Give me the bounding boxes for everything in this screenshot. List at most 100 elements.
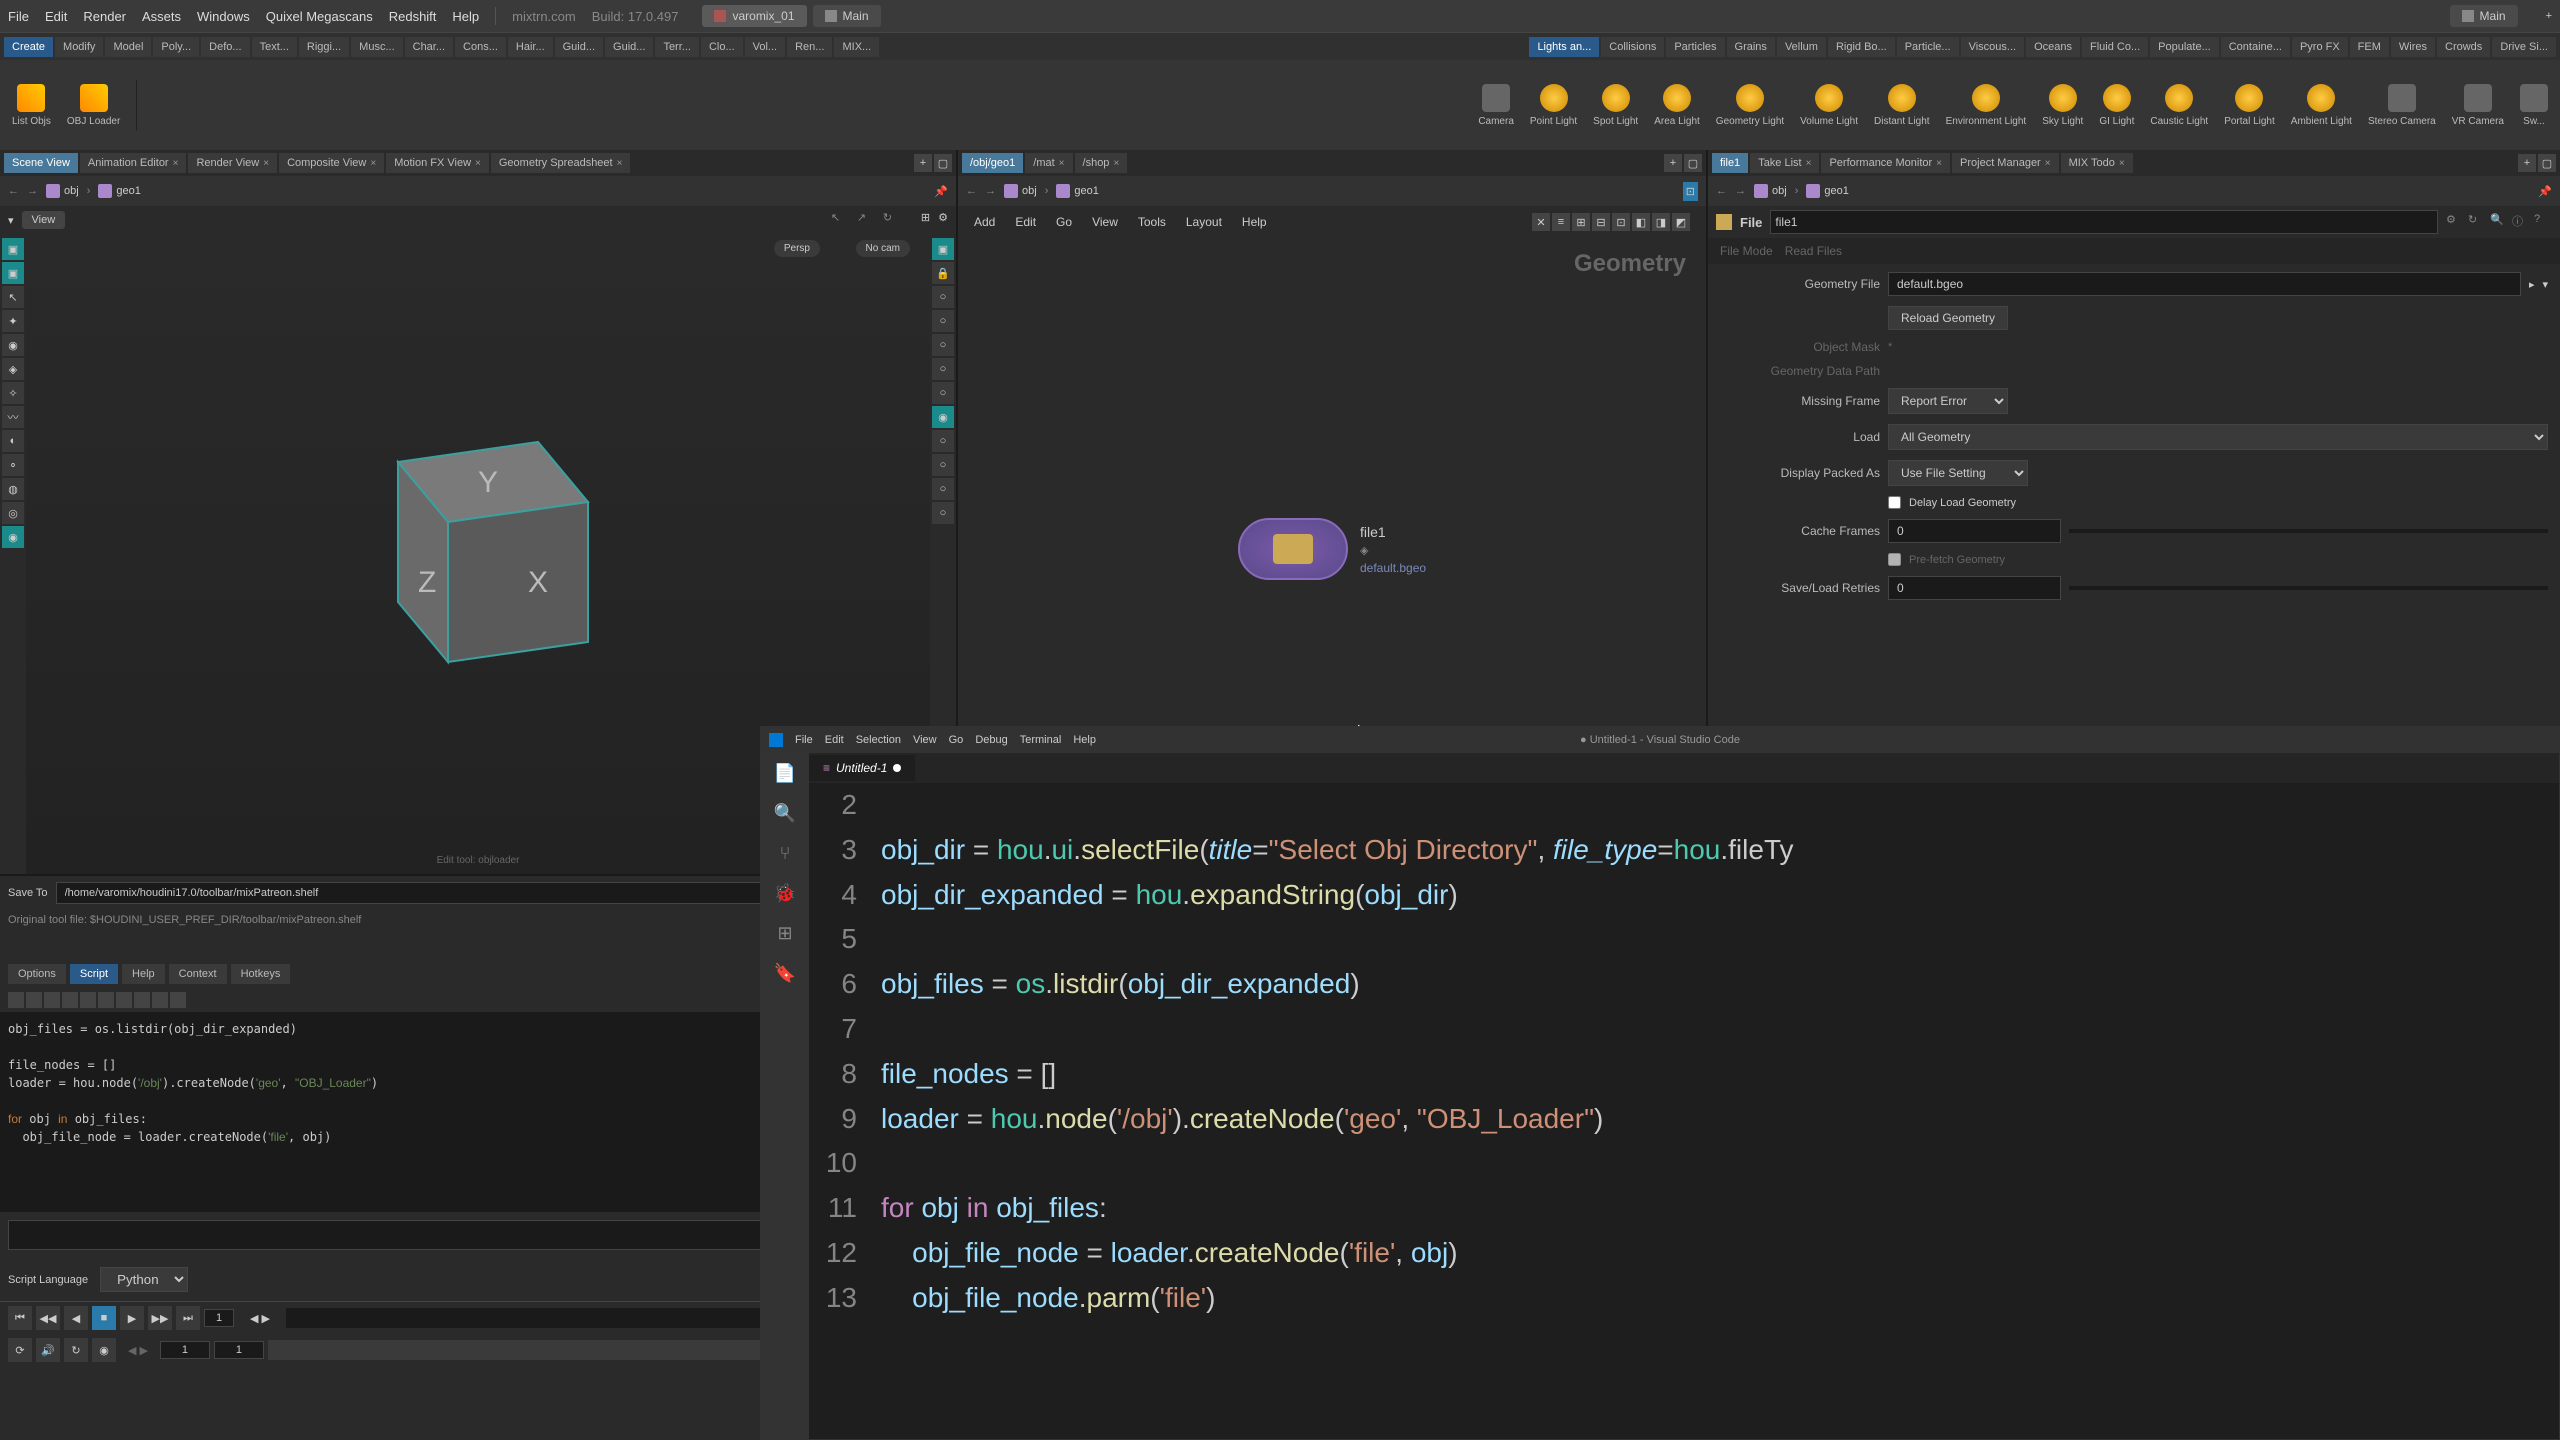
- shelf-tab[interactable]: Clo...: [701, 37, 743, 57]
- parm-tab-readfiles[interactable]: Read Files: [1785, 244, 1842, 258]
- shelf-tab[interactable]: Vol...: [745, 37, 785, 57]
- menu-assets[interactable]: Assets: [142, 9, 181, 24]
- shelf-tab[interactable]: Vellum: [1777, 37, 1826, 57]
- prev-kf-icon[interactable]: ◀◀: [36, 1306, 60, 1330]
- close-icon[interactable]: ×: [1806, 158, 1812, 169]
- back-icon[interactable]: ←: [1716, 185, 1727, 197]
- vsc-menu-file[interactable]: File: [795, 734, 813, 746]
- shelf-tab[interactable]: Terr...: [655, 37, 699, 57]
- tool-portal-light[interactable]: Portal Light: [2220, 80, 2279, 131]
- tool-icon[interactable]: ◍: [2, 478, 24, 500]
- pick-icon[interactable]: ↗: [857, 211, 875, 229]
- menu-add[interactable]: Add: [974, 215, 995, 229]
- arrow-tool[interactable]: ↖: [2, 286, 24, 308]
- shelf-tab[interactable]: MIX...: [834, 37, 879, 57]
- desktop-tab-main[interactable]: Main: [813, 5, 881, 27]
- maximize-icon[interactable]: ▢: [2538, 154, 2556, 172]
- tool-icon[interactable]: ◉: [2, 334, 24, 356]
- tool-icon[interactable]: [152, 992, 168, 1008]
- refresh-icon[interactable]: ↻: [883, 211, 901, 229]
- display-tool[interactable]: ○: [932, 478, 954, 500]
- tool-caustic-light[interactable]: Caustic Light: [2146, 80, 2212, 131]
- vscode-tab-untitled[interactable]: ≡ Untitled-1: [809, 755, 915, 781]
- extensions-icon[interactable]: ⊞: [773, 921, 797, 945]
- pane-tab-objgeo[interactable]: /obj/geo1: [962, 153, 1023, 173]
- shelf-tab[interactable]: Oceans: [2026, 37, 2080, 57]
- add-tab-icon[interactable]: +: [1664, 154, 1682, 172]
- shelf-tab[interactable]: Guid...: [555, 37, 603, 57]
- shelf-tab[interactable]: Particle...: [1897, 37, 1959, 57]
- back-icon[interactable]: ←: [8, 185, 19, 197]
- pane-tab-composite[interactable]: Composite View×: [279, 153, 384, 173]
- pane-tab-shop[interactable]: /shop×: [1075, 153, 1128, 173]
- menu-file[interactable]: File: [8, 9, 29, 24]
- shelf-tab[interactable]: Drive Si...: [2492, 37, 2556, 57]
- script-tab-help[interactable]: Help: [122, 964, 165, 984]
- path-obj[interactable]: obj: [1754, 184, 1787, 198]
- display-packed-select[interactable]: Use File Setting: [1888, 460, 2028, 486]
- tool-icon[interactable]: ⊟: [1592, 213, 1610, 231]
- menu-windows[interactable]: Windows: [197, 9, 250, 24]
- menu-quixel[interactable]: Quixel Megascans: [266, 9, 373, 24]
- frame-input[interactable]: [204, 1309, 234, 1327]
- vsc-menu-help[interactable]: Help: [1073, 734, 1096, 746]
- stop-icon[interactable]: ■: [92, 1306, 116, 1330]
- tool-vr-camera[interactable]: VR Camera: [2448, 80, 2508, 131]
- shelf-tab[interactable]: Create: [4, 37, 53, 57]
- pane-tab-projmgr[interactable]: Project Manager×: [1952, 153, 2059, 173]
- shelf-tab[interactable]: Char...: [405, 37, 453, 57]
- tool-icon[interactable]: ◎: [2, 502, 24, 524]
- tool-distant-light[interactable]: Distant Light: [1870, 80, 1934, 131]
- tool-icon[interactable]: [98, 992, 114, 1008]
- menu-edit[interactable]: Edit: [45, 9, 67, 24]
- geometry-file-input[interactable]: [1888, 272, 2521, 296]
- cache-frames-input[interactable]: [1888, 519, 2061, 543]
- debug-icon[interactable]: 🐞: [773, 881, 797, 905]
- pane-tab-anim[interactable]: Animation Editor×: [80, 153, 187, 173]
- path-geo1[interactable]: geo1: [1806, 184, 1848, 198]
- script-tab-script[interactable]: Script: [70, 964, 118, 984]
- missing-frame-select[interactable]: Report Error: [1888, 388, 2008, 414]
- tool-icon[interactable]: [62, 992, 78, 1008]
- tool-area-light[interactable]: Area Light: [1650, 80, 1704, 131]
- pane-tab-mat[interactable]: /mat×: [1025, 153, 1072, 173]
- display-tool[interactable]: ◉: [932, 406, 954, 428]
- tool-icon[interactable]: ◐: [2, 430, 24, 452]
- tool-environment-light[interactable]: Environment Light: [1942, 80, 2031, 131]
- add-tab-icon[interactable]: +: [2518, 154, 2536, 172]
- tool-icon[interactable]: [44, 992, 60, 1008]
- snap-icon[interactable]: ⊞: [921, 211, 930, 229]
- menu-edit[interactable]: Edit: [1015, 215, 1036, 229]
- pane-tab-render[interactable]: Render View×: [188, 153, 277, 173]
- options-icon[interactable]: ⚙: [938, 211, 948, 229]
- help-icon[interactable]: ?: [2534, 213, 2552, 231]
- current-frame-input[interactable]: [214, 1341, 264, 1359]
- close-icon[interactable]: ×: [1936, 158, 1942, 169]
- close-icon[interactable]: ×: [475, 158, 481, 169]
- next-kf-icon[interactable]: ▶▶: [148, 1306, 172, 1330]
- forward-icon[interactable]: →: [1735, 185, 1746, 197]
- forward-icon[interactable]: →: [27, 185, 38, 197]
- shelf-tab[interactable]: Riggi...: [299, 37, 349, 57]
- tool-icon[interactable]: [116, 992, 132, 1008]
- follow-icon[interactable]: ⊡: [1683, 182, 1698, 201]
- load-select[interactable]: All Geometry: [1888, 424, 2548, 450]
- pane-tab-file1[interactable]: file1: [1712, 153, 1748, 173]
- menu-go[interactable]: Go: [1056, 215, 1072, 229]
- audio-icon[interactable]: 🔊: [36, 1338, 60, 1362]
- tool-icon[interactable]: ◨: [1652, 213, 1670, 231]
- close-icon[interactable]: ×: [173, 158, 179, 169]
- lang-select[interactable]: Python: [100, 1267, 188, 1292]
- shelf-tab[interactable]: Guid...: [605, 37, 653, 57]
- shelf-tab[interactable]: Poly...: [153, 37, 199, 57]
- vsc-menu-selection[interactable]: Selection: [856, 734, 901, 746]
- shelf-tab[interactable]: Musc...: [351, 37, 402, 57]
- display-tool[interactable]: ○: [932, 382, 954, 404]
- bookmark-icon[interactable]: 🔖: [773, 961, 797, 985]
- persp-label[interactable]: Persp: [774, 240, 820, 257]
- tool-obj-loader[interactable]: OBJ Loader: [63, 80, 124, 131]
- tool-switcher[interactable]: Sw...: [2516, 80, 2552, 131]
- browse-icon[interactable]: ▸: [2529, 278, 2535, 291]
- tool-icon[interactable]: [26, 992, 42, 1008]
- path-geo1[interactable]: geo1: [1056, 184, 1098, 198]
